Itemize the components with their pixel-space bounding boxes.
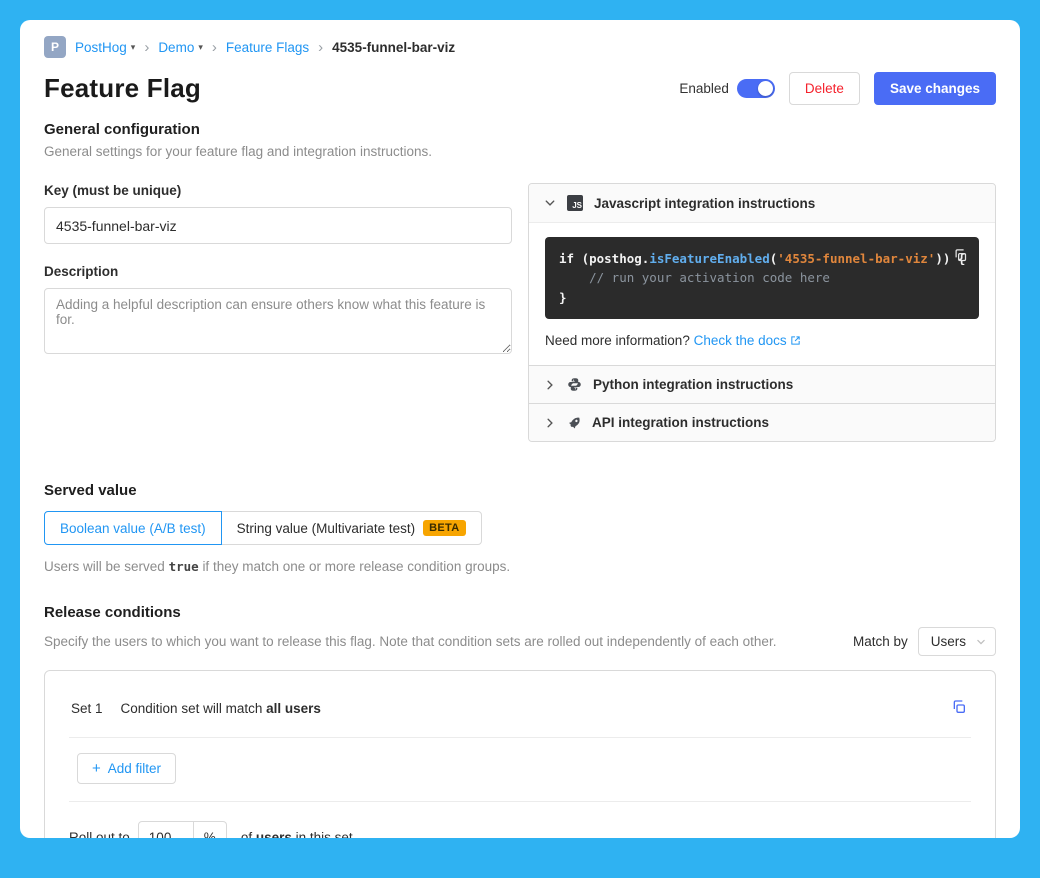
breadcrumb-separator-icon: › — [318, 40, 323, 55]
panel-javascript: JS Javascript integration instructions i… — [529, 184, 995, 365]
general-configuration-heading: General configuration — [44, 121, 996, 138]
set-name: Set 1 — [71, 701, 103, 716]
posthog-logo[interactable]: P — [44, 36, 66, 58]
chevron-down-icon: ▾ — [131, 42, 136, 53]
breadcrumb-separator-icon: › — [212, 40, 217, 55]
page-header: Feature Flag Enabled Delete Save changes — [44, 72, 996, 105]
rocket-icon — [567, 416, 581, 430]
condition-set-card: Set 1 Condition set will match all users… — [44, 670, 996, 838]
code-line-1: if (posthog.isFeatureEnabled('4535-funne… — [559, 249, 939, 268]
rollout-percentage-input[interactable] — [138, 821, 194, 838]
key-input[interactable] — [44, 207, 512, 244]
panel-javascript-header[interactable]: JS Javascript integration instructions — [529, 184, 995, 222]
general-configuration-subheading: General settings for your feature flag a… — [44, 144, 996, 159]
string-value-option[interactable]: String value (Multivariate test) BETA — [221, 511, 482, 545]
plus-icon: + — [92, 761, 101, 776]
code-line-3: } — [559, 288, 939, 307]
rollout-text: of users in this set — [241, 830, 353, 838]
set-description: Condition set will match all users — [121, 701, 321, 716]
copy-condition-set-button[interactable] — [949, 697, 969, 720]
served-value-section: Served value Boolean value (A/B test) St… — [44, 482, 996, 574]
release-conditions-heading: Release conditions — [44, 604, 996, 621]
save-changes-button[interactable]: Save changes — [874, 72, 996, 105]
chevron-right-icon — [544, 417, 556, 429]
chevron-right-icon — [544, 379, 556, 391]
header-controls: Enabled Delete Save changes — [679, 72, 996, 105]
panel-title: Javascript integration instructions — [594, 196, 815, 211]
javascript-icon: JS — [567, 195, 583, 211]
divider — [69, 737, 971, 738]
panel-title: API integration instructions — [592, 415, 769, 430]
served-value-heading: Served value — [44, 482, 996, 499]
release-conditions-section: Release conditions Specify the users to … — [44, 604, 996, 838]
toggle-knob — [758, 81, 773, 96]
python-icon — [567, 377, 582, 392]
boolean-value-option[interactable]: Boolean value (A/B test) — [44, 511, 222, 545]
breadcrumb-item-label: Demo — [158, 40, 194, 55]
docs-line: Need more information? Check the docs — [545, 333, 979, 349]
code-line-2: // run your activation code here — [559, 268, 939, 287]
breadcrumb-separator-icon: › — [144, 40, 149, 55]
panel-javascript-body: if (posthog.isFeatureEnabled('4535-funne… — [529, 222, 995, 365]
chevron-down-icon — [976, 637, 986, 647]
rollout-label: Roll out to — [69, 830, 130, 838]
percent-suffix: % — [194, 821, 227, 838]
rollout-row: Roll out to % of users in this set — [69, 821, 971, 838]
app-window: P PostHog ▾ › Demo ▾ › Feature Flags › 4… — [20, 20, 1020, 838]
breadcrumb-item-current: 4535-funnel-bar-viz — [332, 40, 455, 55]
copy-code-button[interactable] — [951, 246, 970, 268]
served-value-note: Users will be served true if they match … — [44, 559, 996, 574]
true-code: true — [169, 559, 199, 574]
panel-title: Python integration instructions — [593, 377, 793, 392]
check-the-docs-link[interactable]: Check the docs — [694, 333, 801, 348]
description-textarea[interactable] — [44, 288, 512, 354]
chevron-down-icon — [544, 197, 556, 209]
breadcrumb-item-label: PostHog — [75, 40, 127, 55]
code-block: if (posthog.isFeatureEnabled('4535-funne… — [545, 237, 979, 319]
divider — [69, 801, 971, 802]
integration-instructions: JS Javascript integration instructions i… — [528, 183, 996, 442]
release-conditions-description: Specify the users to which you want to r… — [44, 634, 776, 649]
panel-api-header[interactable]: API integration instructions — [529, 404, 995, 441]
docs-prefix: Need more information? — [545, 333, 690, 348]
enabled-toggle[interactable] — [737, 79, 775, 98]
key-label: Key (must be unique) — [44, 183, 512, 198]
copy-icon — [951, 699, 967, 715]
breadcrumb-item-label: Feature Flags — [226, 40, 309, 55]
delete-button[interactable]: Delete — [789, 72, 860, 105]
condition-set-header: Set 1 Condition set will match all users — [69, 691, 971, 720]
add-filter-button[interactable]: + Add filter — [77, 753, 176, 784]
page-title: Feature Flag — [44, 73, 201, 104]
enabled-label: Enabled — [679, 81, 729, 96]
external-link-icon — [790, 334, 801, 349]
panel-python: Python integration instructions — [529, 365, 995, 403]
served-value-segmented: Boolean value (A/B test) String value (M… — [44, 511, 996, 545]
match-by-select[interactable]: Users — [918, 627, 996, 656]
general-configuration-body: Key (must be unique) Description JS Java… — [44, 183, 996, 442]
breadcrumb-item-feature-flags[interactable]: Feature Flags — [226, 40, 309, 55]
chevron-down-icon: ▾ — [198, 42, 203, 53]
match-by-control: Match by Users — [853, 627, 996, 656]
breadcrumb-item-demo[interactable]: Demo ▾ — [158, 40, 203, 55]
beta-badge: BETA — [423, 520, 465, 536]
flag-settings-column: Key (must be unique) Description — [44, 183, 512, 357]
copy-icon — [953, 248, 968, 263]
match-by-value: Users — [931, 634, 966, 649]
breadcrumb: P PostHog ▾ › Demo ▾ › Feature Flags › 4… — [44, 36, 996, 58]
panel-python-header[interactable]: Python integration instructions — [529, 366, 995, 403]
description-label: Description — [44, 264, 512, 279]
match-by-label: Match by — [853, 634, 908, 649]
breadcrumb-item-posthog[interactable]: PostHog ▾ — [75, 40, 135, 55]
panel-api: API integration instructions — [529, 403, 995, 441]
